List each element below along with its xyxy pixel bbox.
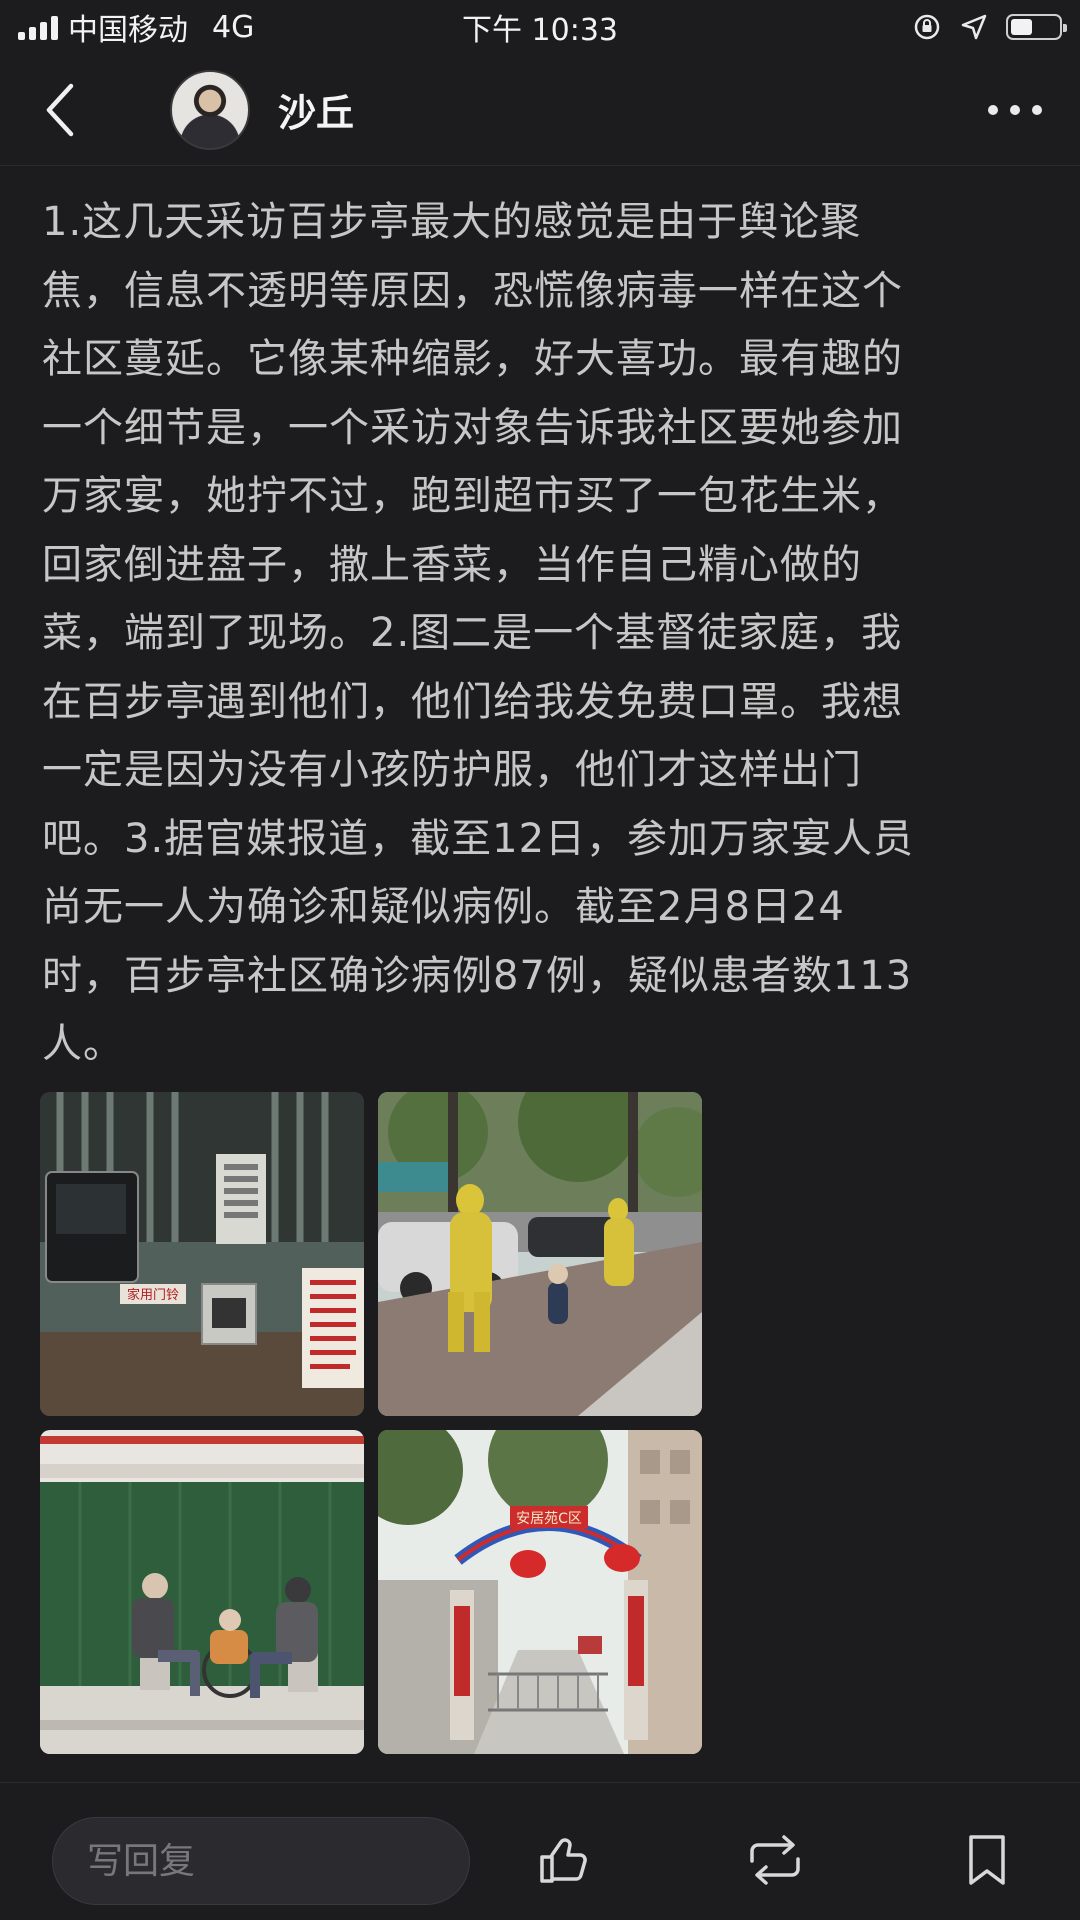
thumbs-up-icon [540,1838,587,1883]
avatar[interactable] [170,69,250,150]
photo-community-gate[interactable]: 安居苑C区 [378,1430,702,1754]
post-text-line: 1.这几天采访百步亭最大的感觉是由于舆论聚 [42,199,862,245]
back-button[interactable] [30,75,90,145]
more-button[interactable] [980,80,1050,140]
photo-street-hazmat[interactable] [378,1092,702,1416]
status-bar: 中国移动 4G 下午 10:33 [0,0,1080,54]
photo-door-intercom[interactable]: 家用门铃 [40,1092,364,1416]
post-text-line: 回家倒进盘子，撒上香菜，当作自己精心做的 [42,541,862,588]
location-arrow-icon [961,14,987,40]
bottom-bar [0,1782,1080,1920]
street-hazmat-image [378,1092,702,1416]
network-label: 4G [212,9,255,45]
door-intercom-image: 家用门铃 [40,1092,364,1416]
post-text-line: 万家宴，她拧不过，跑到超市买了一包花生米， [42,473,903,519]
bookmark-icon [969,1835,1005,1885]
status-left: 中国移动 4G [18,5,254,49]
battery-icon [1006,14,1067,40]
nav-bar: 沙丘 [0,54,1080,166]
post-text-line: 在百步亭遇到他们，他们给我发免费口罩。我想 [42,678,903,725]
post-text-line: 人。 [42,1021,124,1067]
rotation-lock-icon [914,14,940,40]
bookmark-button[interactable] [952,1825,1022,1895]
photo1-sign-text: 家用门铃 [127,1287,179,1303]
elderly-wall-image [40,1430,364,1754]
signal-icon [18,14,58,40]
more-dot [1010,104,1020,115]
carrier-label: 中国移动 [68,13,188,48]
repost-icon [750,1835,800,1885]
battery-fill [1011,19,1032,35]
post-text-line: 吧。3.据官媒报道，截至12日，参加万家宴人员 [42,815,915,862]
community-gate-image: 安居苑C区 [378,1430,702,1754]
post-text-line: 尚无一人为确诊和疑似病例。截至2月8日24 [42,884,845,930]
page-title[interactable]: 沙丘 [278,82,354,137]
like-button[interactable] [528,1825,598,1895]
photo-grid: 家用门铃 安居苑C区 [40,1092,702,1756]
more-dot [1032,104,1042,115]
photo-elderly-wall[interactable] [40,1430,364,1754]
repost-button[interactable] [740,1825,810,1895]
post-text-line: 菜，端到了现场。2.图二是一个基督徒家庭，我 [42,610,903,656]
post-text-line: 一个细节是，一个采访对象告诉我社区要她参加 [42,404,903,451]
photo4-arch-text: 安居苑C区 [516,1511,582,1527]
post-text-line: 社区蔓延。它像某种缩影，好大喜功。最有趣的 [42,336,903,382]
post-text-line: 焦，信息不透明等原因，恐慌像病毒一样在这个 [42,267,903,314]
chevron-left-icon [46,83,74,136]
status-right [912,12,1067,42]
post-text-line: 一定是因为没有小孩防护服，他们才这样出门 [42,747,862,793]
post-text-line: 时，百步亭社区确诊病例87例，疑似患者数113 [42,952,913,999]
reply-input[interactable] [52,1817,470,1905]
post-body: 1.这几天采访百步亭最大的感觉是由于舆论聚 焦，信息不透明等原因，恐慌像病毒一样在… [42,188,1002,1079]
more-dots-icon [988,104,998,115]
